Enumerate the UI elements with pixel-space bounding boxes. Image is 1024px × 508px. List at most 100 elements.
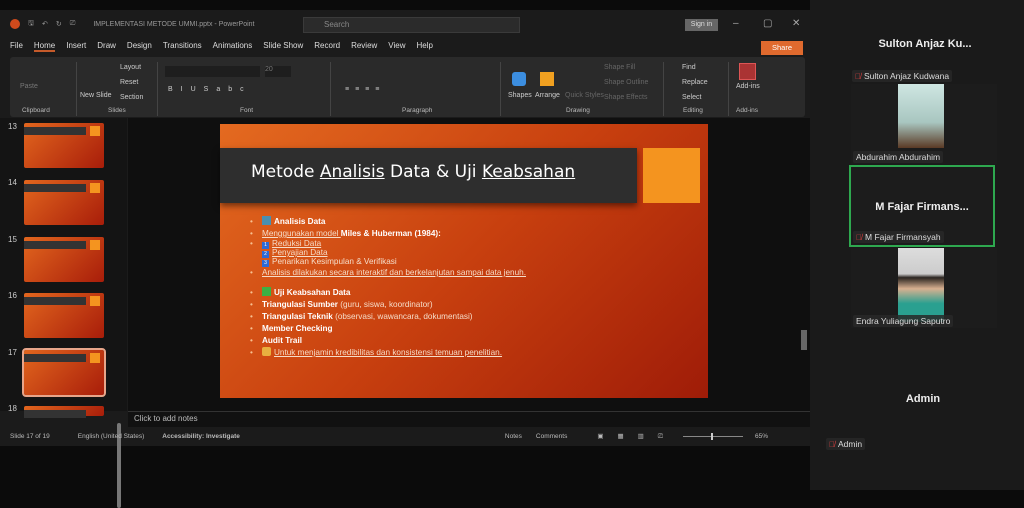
- tab-review[interactable]: Review: [351, 41, 377, 52]
- shape-effects-button[interactable]: Shape Effects: [604, 94, 647, 101]
- tab-animations[interactable]: Animations: [213, 41, 253, 52]
- participant-label: 🎙̸ Sulton Anjaz Kudwana: [852, 70, 953, 82]
- window-title: IMPLEMENTASI METODE UMMI.pptx - PowerPoi…: [93, 20, 255, 28]
- new-slide-button[interactable]: New Slide: [80, 92, 112, 99]
- ribbon-tabs: File Home Insert Draw Design Transitions…: [10, 41, 433, 52]
- shape-fill-button[interactable]: Shape Fill: [604, 64, 635, 71]
- quick-styles-button[interactable]: Quick Styles: [565, 92, 604, 99]
- muted-mic-icon: 🎙̸: [829, 440, 835, 449]
- group-label: Clipboard: [22, 107, 50, 114]
- tab-transitions[interactable]: Transitions: [163, 41, 202, 52]
- participant-tile-active-speaker[interactable]: M Fajar Firmans... 🎙̸ M Fajar Firmansyah: [849, 165, 995, 247]
- powerpoint-logo-icon: [10, 19, 20, 29]
- group-label: Add-ins: [736, 107, 759, 114]
- share-button[interactable]: Share: [761, 41, 803, 55]
- muted-mic-icon: 🎙̸: [855, 72, 861, 81]
- find-button[interactable]: Find: [682, 64, 696, 71]
- tab-insert[interactable]: Insert: [66, 41, 86, 52]
- zoom-level[interactable]: 65%: [755, 433, 768, 440]
- save-icon[interactable]: 🖫: [28, 19, 34, 30]
- font-name-dropdown[interactable]: [165, 66, 260, 77]
- participant-name-title: M Fajar Firmans...: [875, 201, 969, 213]
- group-label: Drawing: [566, 107, 590, 114]
- slide-counter: Slide 17 of 19: [10, 432, 50, 440]
- group-label: Editing: [683, 107, 703, 114]
- arrange-button[interactable]: Arrange: [535, 92, 560, 99]
- language[interactable]: English (United States): [78, 433, 144, 440]
- group-label: Font: [240, 107, 254, 114]
- tab-slide-show[interactable]: Slide Show: [263, 41, 303, 52]
- undo-icon[interactable]: ↶: [42, 20, 48, 28]
- shapes-button[interactable]: Shapes: [508, 92, 532, 99]
- participant-video: [898, 248, 944, 322]
- reset-button[interactable]: Reset: [120, 79, 138, 86]
- participant-label: Abdurahim Abdurahim: [853, 151, 944, 163]
- tab-help[interactable]: Help: [417, 41, 433, 52]
- muted-mic-icon: 🎙̸: [856, 233, 862, 242]
- slide[interactable]: Metode Analisis Data & Uji Keabsahan Ana…: [220, 124, 708, 398]
- sign-in-button[interactable]: Sign in: [685, 19, 718, 31]
- check-icon: [262, 287, 271, 296]
- replace-button[interactable]: Replace: [682, 79, 708, 86]
- slide-thumbnail-13[interactable]: [24, 123, 104, 168]
- tab-file[interactable]: File: [10, 41, 23, 52]
- notes-pane[interactable]: Click to add notes: [128, 411, 810, 427]
- slide-number: 14: [8, 178, 17, 187]
- participant-label: 🎙̸ M Fajar Firmansyah: [853, 231, 944, 243]
- section-button[interactable]: Section: [120, 94, 143, 101]
- participant-name-title: Admin: [905, 393, 941, 405]
- paste-button[interactable]: Paste: [20, 83, 38, 90]
- paragraph-align-buttons[interactable]: ≡≡≡≡: [345, 86, 385, 93]
- slide-number: 13: [8, 122, 17, 131]
- chart-icon: [262, 216, 271, 225]
- participant-label: 🎙̸ Admin: [826, 438, 866, 450]
- accessibility-status[interactable]: Accessibility: Investigate: [162, 433, 240, 440]
- participant-name-title: Sulton Anjaz Ku...: [878, 38, 972, 50]
- group-label: Slides: [108, 107, 126, 114]
- participant-video: [898, 84, 944, 148]
- slide-body[interactable]: Analisis Data Menggunakan model Miles & …: [250, 216, 526, 359]
- slide-thumbnail-14[interactable]: [24, 180, 104, 225]
- accent-square: [643, 148, 700, 203]
- slide-number: 18: [8, 404, 17, 413]
- tab-record[interactable]: Record: [314, 41, 340, 52]
- close-icon[interactable]: ✕: [792, 18, 800, 29]
- canvas-scrollbar[interactable]: [801, 330, 807, 350]
- comments-button[interactable]: Comments: [536, 433, 567, 440]
- redo-icon[interactable]: ↻: [56, 20, 62, 28]
- tab-home[interactable]: Home: [33, 41, 56, 52]
- notes-button[interactable]: Notes: [505, 433, 522, 440]
- present-icon[interactable]: ⎚: [70, 20, 76, 28]
- slide-thumbnail-15[interactable]: [24, 237, 104, 282]
- slide-thumbnails-panel: 13 14 15 16 17 18: [0, 118, 127, 508]
- participant-tile[interactable]: Endra Yuliagung Saputro: [851, 248, 997, 328]
- pencil-icon: [262, 347, 271, 356]
- group-label: Paragraph: [402, 107, 433, 114]
- maximize-icon[interactable]: ▢: [763, 18, 772, 29]
- slide-number: 15: [8, 235, 17, 244]
- tab-draw[interactable]: Draw: [97, 41, 116, 52]
- search-input[interactable]: Search: [303, 17, 520, 33]
- select-button[interactable]: Select: [682, 94, 701, 101]
- slide-number: 16: [8, 291, 17, 300]
- status-bar: Slide 17 of 19 English (United States) A…: [0, 428, 810, 444]
- minimize-icon[interactable]: –: [733, 18, 739, 29]
- tab-view[interactable]: View: [388, 41, 405, 52]
- slide-thumbnail-18[interactable]: [24, 406, 104, 418]
- participant-label: Endra Yuliagung Saputro: [853, 315, 954, 327]
- add-ins-icon[interactable]: [739, 63, 756, 80]
- zoom-slider[interactable]: [682, 432, 743, 440]
- layout-button[interactable]: Layout: [120, 64, 141, 71]
- shapes-icon[interactable]: [512, 72, 526, 86]
- font-format-buttons[interactable]: BIUSabc: [168, 86, 252, 93]
- view-buttons[interactable]: ▣▦▥⎚: [597, 432, 677, 441]
- font-size-dropdown[interactable]: 20: [265, 66, 291, 77]
- shape-outline-button[interactable]: Shape Outline: [604, 79, 648, 86]
- arrange-icon[interactable]: [540, 72, 554, 86]
- slide-thumbnail-17[interactable]: [22, 348, 106, 397]
- tab-design[interactable]: Design: [127, 41, 152, 52]
- slide-thumbnail-16[interactable]: [24, 293, 104, 338]
- slide-title[interactable]: Metode Analisis Data & Uji Keabsahan: [220, 148, 637, 203]
- add-ins-button[interactable]: Add-ins: [736, 83, 760, 90]
- participant-tile[interactable]: Abdurahim Abdurahim: [851, 84, 997, 164]
